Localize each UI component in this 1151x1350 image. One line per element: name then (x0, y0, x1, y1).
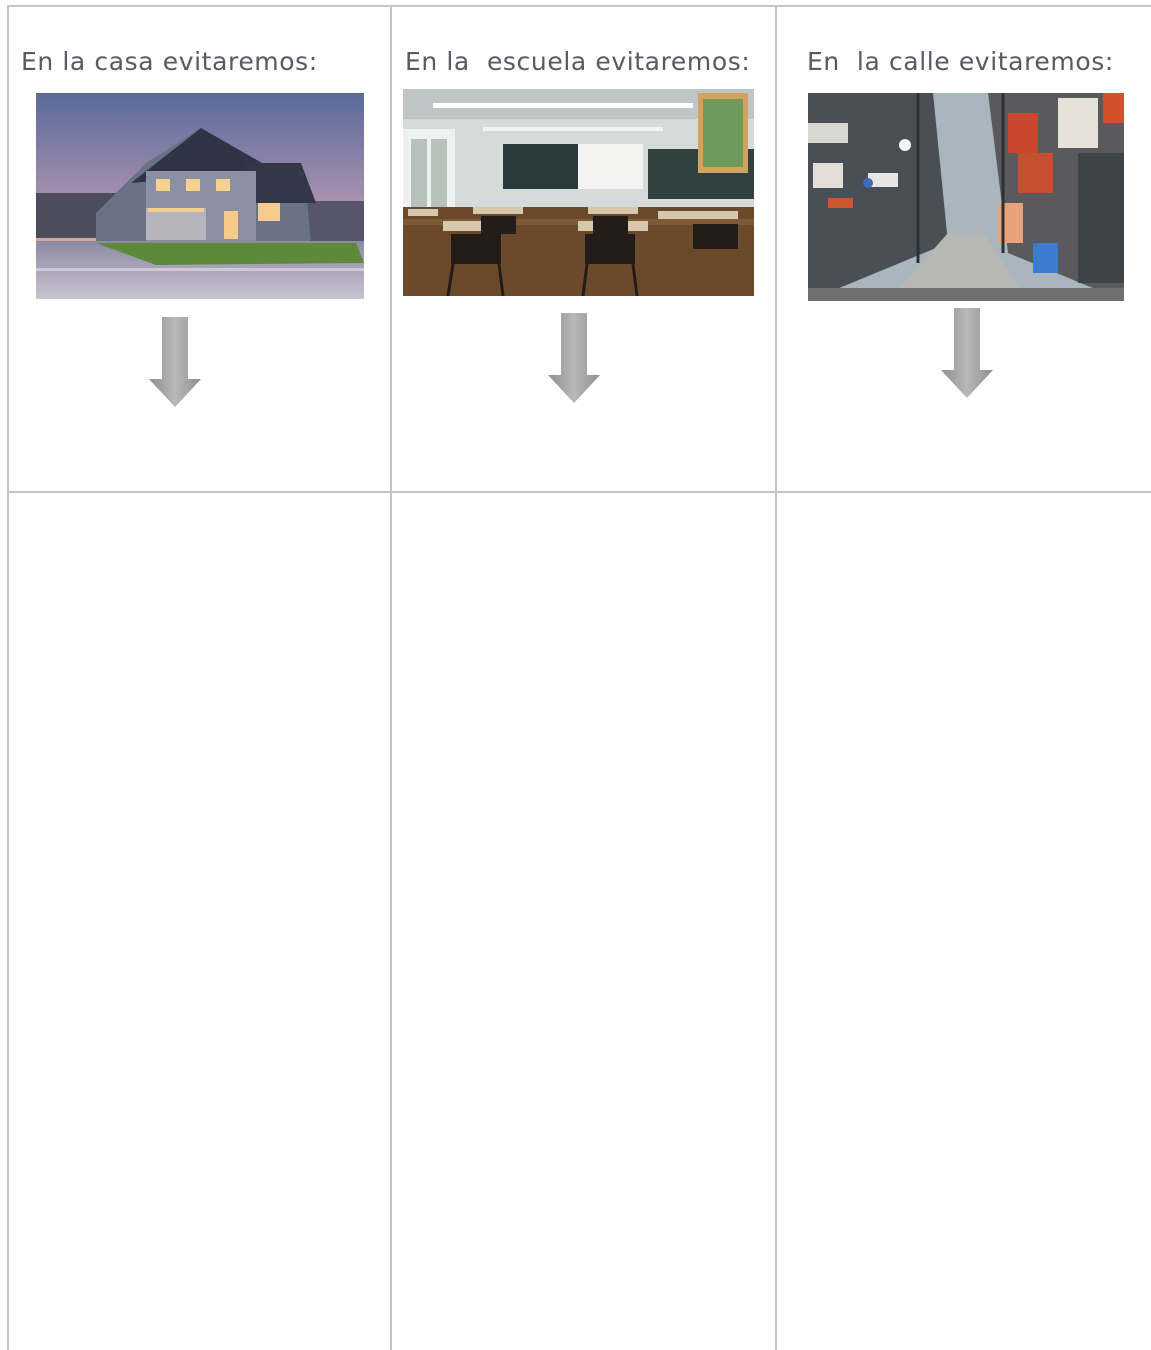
down-arrow-icon (149, 317, 201, 407)
heading-calle: En la calle evitaremos: (807, 47, 1114, 76)
answer-cell-casa[interactable] (9, 493, 390, 1350)
answer-cell-escuela[interactable] (392, 493, 775, 1350)
heading-escuela: En la escuela evitaremos: (405, 47, 751, 76)
classroom-photo (403, 89, 754, 296)
worksheet-table: En la casa evitaremos: En la escuela evi… (7, 5, 1151, 1350)
answer-cell-calle[interactable] (777, 493, 1151, 1350)
house-photo (36, 93, 364, 299)
street-photo (808, 93, 1124, 301)
table-top-border (7, 5, 1151, 7)
heading-casa: En la casa evitaremos: (21, 47, 318, 76)
down-arrow-icon (941, 308, 993, 398)
down-arrow-icon (548, 313, 600, 403)
